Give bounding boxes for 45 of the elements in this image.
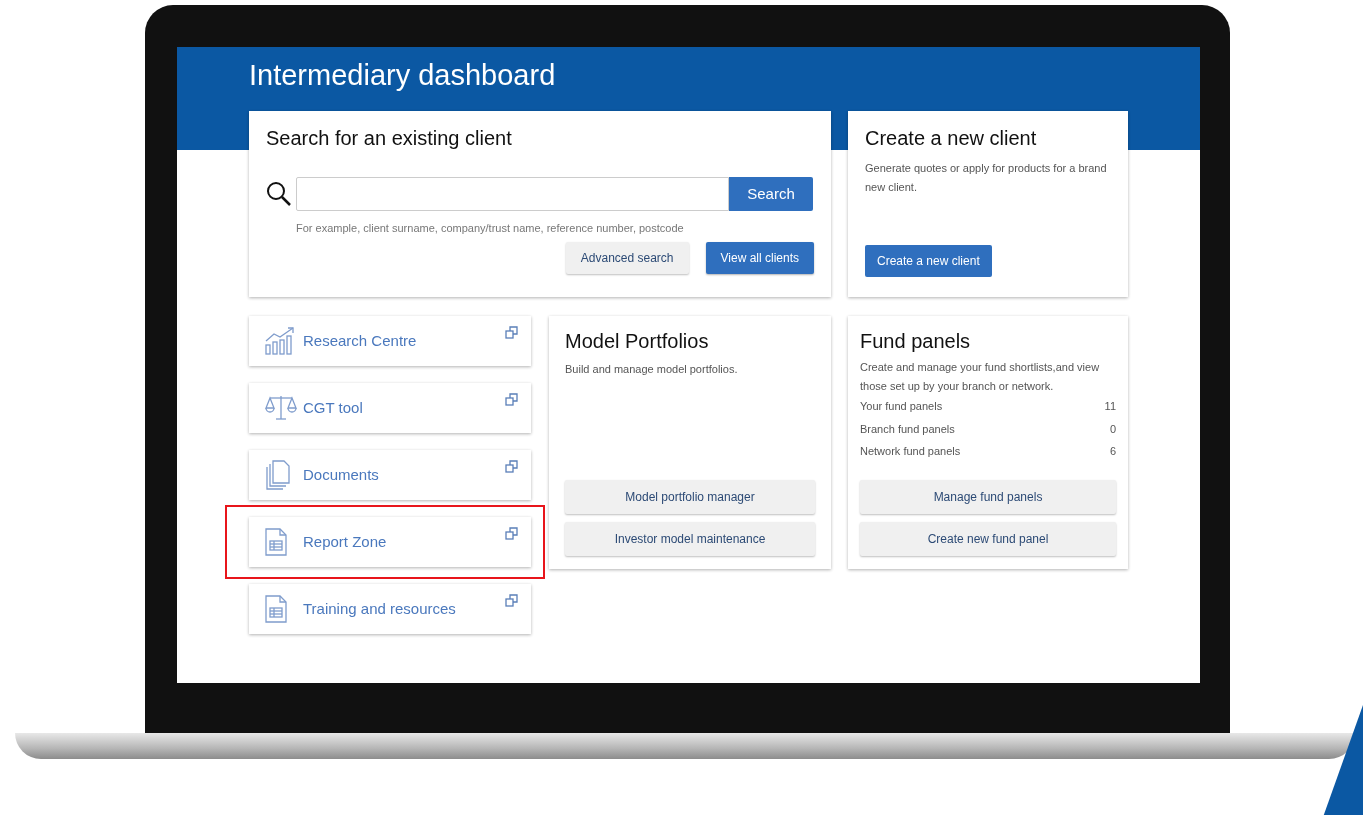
external-link-icon [505,460,518,473]
stat-value: 11 [1104,399,1116,414]
tool-link-card[interactable]: Training and resources [249,584,531,634]
tool-link-card[interactable]: CGT tool [249,383,531,433]
view-all-button[interactable]: View all clients [705,241,814,274]
card-title: Model Portfolios [565,329,710,354]
card-title: Fund panels [860,329,972,354]
card-description: Generate quotes or apply for products for a brand new client. [865,161,1108,195]
card-description: Build and manage model portfolios. [565,362,739,377]
tool-label: Documents [303,464,379,485]
tool-link-card[interactable]: Report Zone [249,517,531,567]
stat-label: Network fund panels [860,444,961,459]
search-button[interactable]: Search [729,177,813,211]
spreadsheet-document-icon [265,595,287,623]
stat-label: Branch fund panels [860,421,955,437]
model-action-button[interactable]: Investor model maintenance [565,522,815,556]
external-link-icon [505,527,518,540]
external-link-icon [505,594,518,607]
tool-link-card[interactable]: Research Centre [249,316,531,366]
external-link-icon [505,393,518,406]
tool-label: CGT tool [303,397,363,418]
advanced-search-button[interactable]: Advanced search [565,241,689,274]
card-title: Create a new client [865,126,1038,151]
stat-value: 6 [1109,444,1116,459]
fund-action-button[interactable]: Create new fund panel [860,522,1116,556]
fund-action-button[interactable]: Manage fund panels [860,480,1116,514]
card-description: Create and manage your fund shortlists,and view those set up by your branch or network. [860,360,1101,394]
documents-icon [265,460,291,490]
tool-label: Training and resources [303,598,456,619]
chart-icon [265,327,295,355]
stat-value: 0 [1109,421,1116,437]
tool-label: Report Zone [303,531,387,552]
stat-label: Your fund panels [860,399,943,414]
tool-link-card[interactable]: Documents [249,450,531,500]
search-icon [266,181,292,207]
scales-icon [265,395,297,421]
card-title: Search for an existing client [266,126,513,151]
tool-label: Research Centre [303,330,417,351]
create-client-button[interactable]: Create a new client [865,245,992,277]
search-field[interactable] [296,177,729,211]
page-title: Intermediary dashboard [249,58,557,93]
spreadsheet-document-icon [265,528,287,556]
external-link-icon [505,326,518,339]
help-text: For example, client surname, company/trust name, reference number, postcode [296,221,685,236]
model-action-button[interactable]: Model portfolio manager [565,480,815,514]
